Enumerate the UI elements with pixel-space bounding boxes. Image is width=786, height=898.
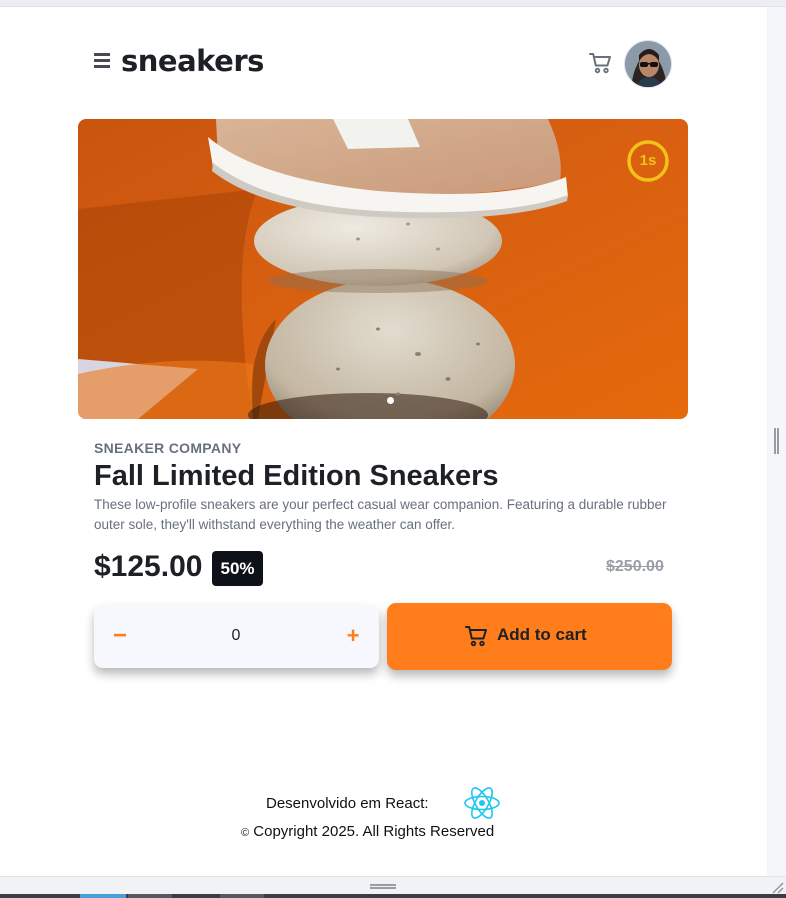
taskbar-item[interactable] [220, 894, 264, 898]
user-avatar[interactable] [624, 40, 672, 88]
browser-top-strip [0, 0, 786, 7]
bottom-resize-handle[interactable] [370, 884, 396, 889]
product-title: Fall Limited Edition Sneakers [94, 460, 499, 492]
cart-icon[interactable] [589, 52, 613, 74]
window-resize-grip-icon[interactable] [770, 880, 784, 894]
product-description: These low-profile sneakers are your perf… [94, 497, 667, 532]
logo[interactable]: sneakers [121, 44, 264, 78]
os-taskbar [0, 894, 786, 898]
original-price: $250.00 [606, 558, 664, 575]
company-label: SNEAKER COMPANY [94, 440, 242, 456]
copyright-symbol: © [241, 827, 250, 839]
copyright-text: © Copyright 2025. All Rights Reserved [241, 823, 494, 840]
carousel-dot[interactable] [387, 397, 394, 404]
react-logo-icon[interactable] [463, 785, 501, 821]
copyright-label: Copyright 2025. All Rights Reserved [253, 823, 495, 840]
discount-badge: 50% [212, 551, 263, 586]
taskbar-active-item[interactable] [80, 894, 126, 898]
site-header: sneakers [94, 40, 672, 88]
product-image [78, 119, 688, 419]
product-image-carousel[interactable]: 1s [78, 119, 688, 419]
side-resize-handle[interactable] [774, 428, 779, 454]
decrease-quantity-button[interactable]: − [108, 619, 132, 653]
current-price: $125.00 [94, 550, 203, 583]
increase-quantity-button[interactable]: + [341, 619, 365, 653]
quantity-value: 0 [231, 627, 241, 644]
add-to-cart-label: Add to cart [497, 625, 587, 644]
hamburger-menu-icon[interactable] [94, 53, 110, 69]
autoplay-timer-label: 1s [639, 152, 657, 169]
taskbar-item[interactable] [128, 894, 172, 898]
quantity-stepper: − 0 + [94, 605, 379, 668]
cart-icon [465, 626, 487, 647]
add-to-cart-button[interactable]: Add to cart [387, 603, 672, 670]
developed-with-label: Desenvolvido em React: [266, 795, 429, 812]
